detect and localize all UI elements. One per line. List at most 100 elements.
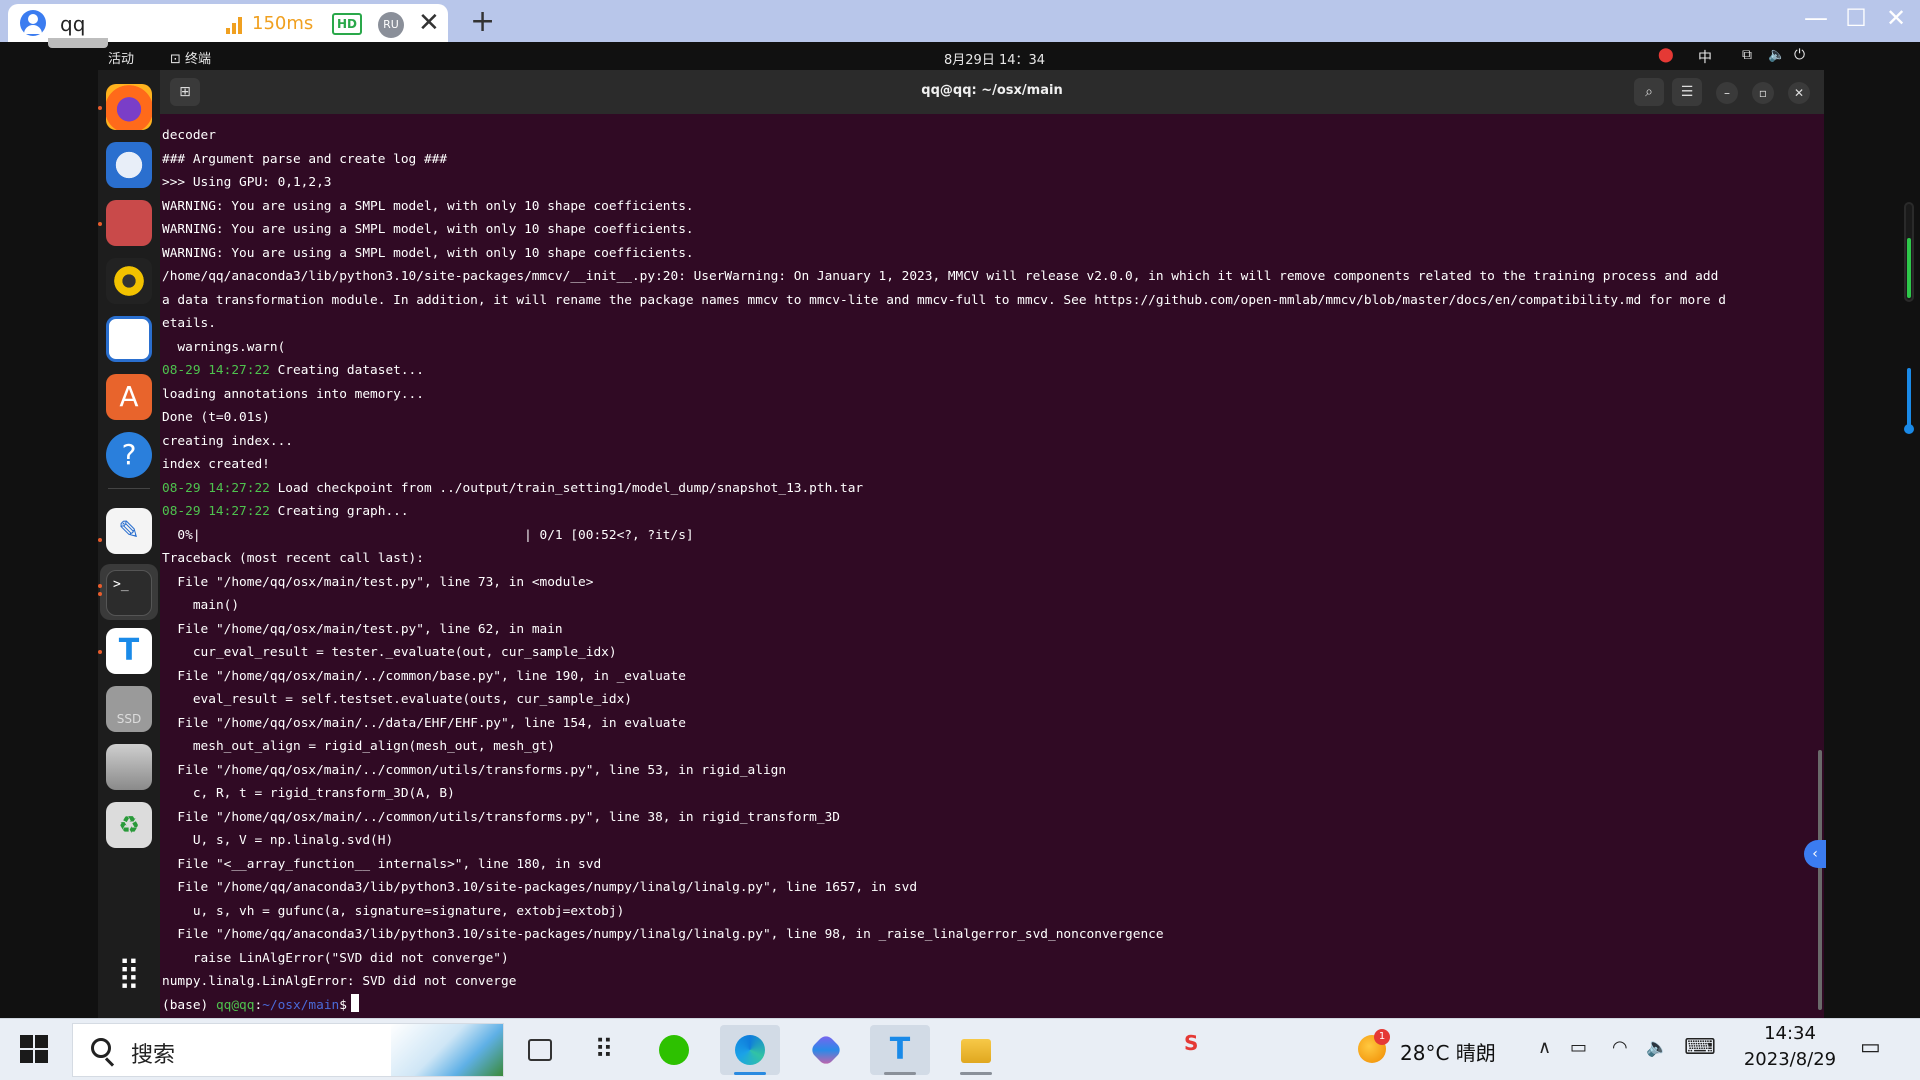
help-icon[interactable]: ? [106, 432, 152, 478]
running-app-indicator [960, 1072, 992, 1075]
signal-strength-icon [226, 16, 244, 34]
running-indicator [98, 106, 102, 110]
input-method-indicator[interactable]: 中 [1698, 47, 1712, 67]
terminal-line-text: warnings.warn( [162, 339, 286, 355]
terminal-line: WARNING: You are using a SMPL model, wit… [162, 242, 1812, 266]
terminal-title: qq@qq: ~/osx/main [921, 83, 1063, 98]
terminal-line: Done (t=0.01s) [162, 406, 1812, 430]
apps-grid-icon: ⠿ [594, 1035, 614, 1065]
running-indicator [98, 584, 102, 588]
terminal-line-text: a data transformation module. In additio… [162, 292, 1726, 308]
remote-scrollbar-knob[interactable] [1904, 424, 1914, 434]
hd-quality-badge[interactable]: HD [332, 13, 362, 35]
running-app-indicator [884, 1072, 916, 1075]
taskbar-edge[interactable] [720, 1025, 780, 1075]
task-view-button[interactable] [510, 1025, 570, 1075]
terminal-window[interactable]: ⊞ qq@qq: ~/osx/main ⌕ ☰ – ▫ ✕ decoder ###… [160, 70, 1826, 1018]
chevron-up-icon[interactable]: ∧ [1538, 1037, 1551, 1058]
notification-center-icon[interactable]: ▭ [1860, 1035, 1881, 1060]
running-indicator [98, 592, 102, 596]
terminal-line-text: U, s, V = np.linalg.svd(H) [162, 833, 394, 848]
running-indicator [98, 222, 102, 226]
terminal-line: File "/home/qq/anaconda3/lib/python3.10/… [162, 923, 1812, 947]
session-tab[interactable]: qq 150ms HD RU ✕ [8, 4, 448, 42]
files-icon[interactable] [106, 200, 152, 246]
search-box[interactable]: 搜索 [72, 1023, 504, 1077]
terminal-line-text: 0%| | 0/1 [00:52<?, ?it/s] [162, 527, 694, 543]
taskbar-wechat[interactable] [644, 1025, 704, 1075]
taskbar-copilot[interactable] [796, 1025, 856, 1075]
weather-text[interactable]: 28°C 晴朗 [1400, 1037, 1496, 1066]
terminal-line-text: WARNING: You are using a SMPL model, wit… [162, 222, 694, 237]
terminal-line-text: ### Argument parse and create log ### [162, 151, 448, 167]
terminal-line-text: Traceback (most recent call last): [162, 551, 424, 566]
copilot-icon [809, 1033, 843, 1067]
close-tab-icon[interactable]: ✕ [418, 8, 440, 38]
remote-toolbar-handle[interactable] [48, 38, 108, 48]
new-tab-button[interactable]: + [470, 4, 495, 39]
power-icon[interactable]: ⏻ [1794, 47, 1805, 63]
terminal-line: numpy.linalg.LinAlgError: SVD did not co… [162, 970, 1812, 994]
start-button[interactable] [20, 1035, 48, 1063]
close-icon[interactable]: ✕ [1788, 82, 1810, 104]
terminal-line-text: etails. [162, 316, 216, 331]
speaker-icon[interactable]: 🔈 [1646, 1037, 1668, 1058]
search-placeholder: 搜索 [131, 1043, 176, 1068]
wechat-icon [659, 1035, 689, 1065]
user-badge[interactable]: RU [378, 12, 404, 38]
remote-scrollbar-upper[interactable] [1904, 202, 1914, 302]
wifi-icon[interactable]: ◠ [1612, 1037, 1628, 1058]
terminal-scrollbar[interactable] [1818, 750, 1822, 1010]
show-apps-grid-icon[interactable]: ⣿ [106, 950, 152, 996]
running-indicator [98, 538, 102, 542]
hamburger-menu-icon[interactable]: ☰ [1672, 78, 1702, 106]
disk-drive-icon[interactable] [106, 744, 152, 790]
terminal-line: File "/home/qq/osx/main/test.py", line 7… [162, 571, 1812, 595]
battery-icon[interactable]: ▭ [1570, 1037, 1587, 1058]
app-menu[interactable]: ⊡ 终端 [170, 48, 211, 67]
close-window-icon[interactable]: ✕ [1876, 4, 1916, 32]
terminal-line: c, R, t = rigid_transform_3D(A, B) [162, 782, 1812, 806]
gnome-clock[interactable]: 8月29日 14：34 [944, 49, 1045, 68]
text-editor-icon[interactable]: ✎ [106, 508, 152, 554]
taskbar-todesk[interactable]: T [870, 1025, 930, 1075]
restore-icon[interactable]: ▫ [1752, 82, 1774, 104]
thunderbird-icon[interactable] [106, 142, 152, 188]
firefox-icon[interactable] [106, 84, 152, 130]
taskbar-file-explorer[interactable] [946, 1025, 1006, 1075]
taskbar-time[interactable]: 14:34 [1740, 1023, 1840, 1044]
minimize-window-icon[interactable]: — [1796, 4, 1836, 32]
taskbar-date[interactable]: 2023/8/29 [1730, 1049, 1850, 1070]
recording-indicator-icon[interactable]: ⬤ [1658, 47, 1674, 63]
writer-icon[interactable] [106, 316, 152, 362]
volume-icon[interactable]: 🔈 [1768, 47, 1785, 63]
sogou-input-icon[interactable]: S [1184, 1031, 1198, 1055]
terminal-line-text: decoder [162, 128, 216, 143]
keyboard-icon[interactable]: ⌨ [1684, 1035, 1716, 1060]
search-icon[interactable]: ⌕ [1634, 78, 1664, 106]
prompt-path: ~/osx/main [262, 997, 340, 1013]
side-panel-collapse-handle[interactable]: ‹ [1804, 840, 1826, 868]
shell-prompt[interactable]: (base) qq@qq:~/osx/main$ [162, 993, 1812, 1018]
minimize-icon[interactable]: – [1716, 82, 1738, 104]
maximize-window-icon[interactable]: ☐ [1836, 4, 1876, 32]
trash-icon[interactable]: ♻ [106, 802, 152, 848]
terminal-output[interactable]: decoder ### Argument parse and create log… [162, 124, 1812, 1017]
terminal-line: WARNING: You are using a SMPL model, wit… [162, 195, 1812, 219]
latency-value: 150ms [252, 13, 314, 34]
folder-icon [961, 1039, 991, 1063]
todesk-icon[interactable]: T [106, 628, 152, 674]
ssd-drive-icon[interactable]: SSD [106, 686, 152, 732]
terminal-line-text: cur_eval_result = tester._evaluate(out, … [162, 645, 617, 660]
rhythmbox-icon[interactable] [106, 258, 152, 304]
dock-separator [108, 488, 150, 489]
terminal-line: File "/home/qq/osx/main/../common/utils/… [162, 759, 1812, 783]
activities-button[interactable]: 活动 [108, 48, 134, 67]
terminal-line: File "/home/qq/anaconda3/lib/python3.10/… [162, 876, 1812, 900]
software-center-icon[interactable]: A [106, 374, 152, 420]
terminal-icon[interactable]: >_ [106, 570, 152, 616]
remote-scrollbar-lower[interactable] [1904, 368, 1914, 436]
terminal-line: U, s, V = np.linalg.svd(H) [162, 829, 1812, 853]
taskbar-apps-grid-button[interactable]: ⠿ [574, 1025, 634, 1075]
network-icon[interactable]: ⧉ [1742, 47, 1752, 63]
